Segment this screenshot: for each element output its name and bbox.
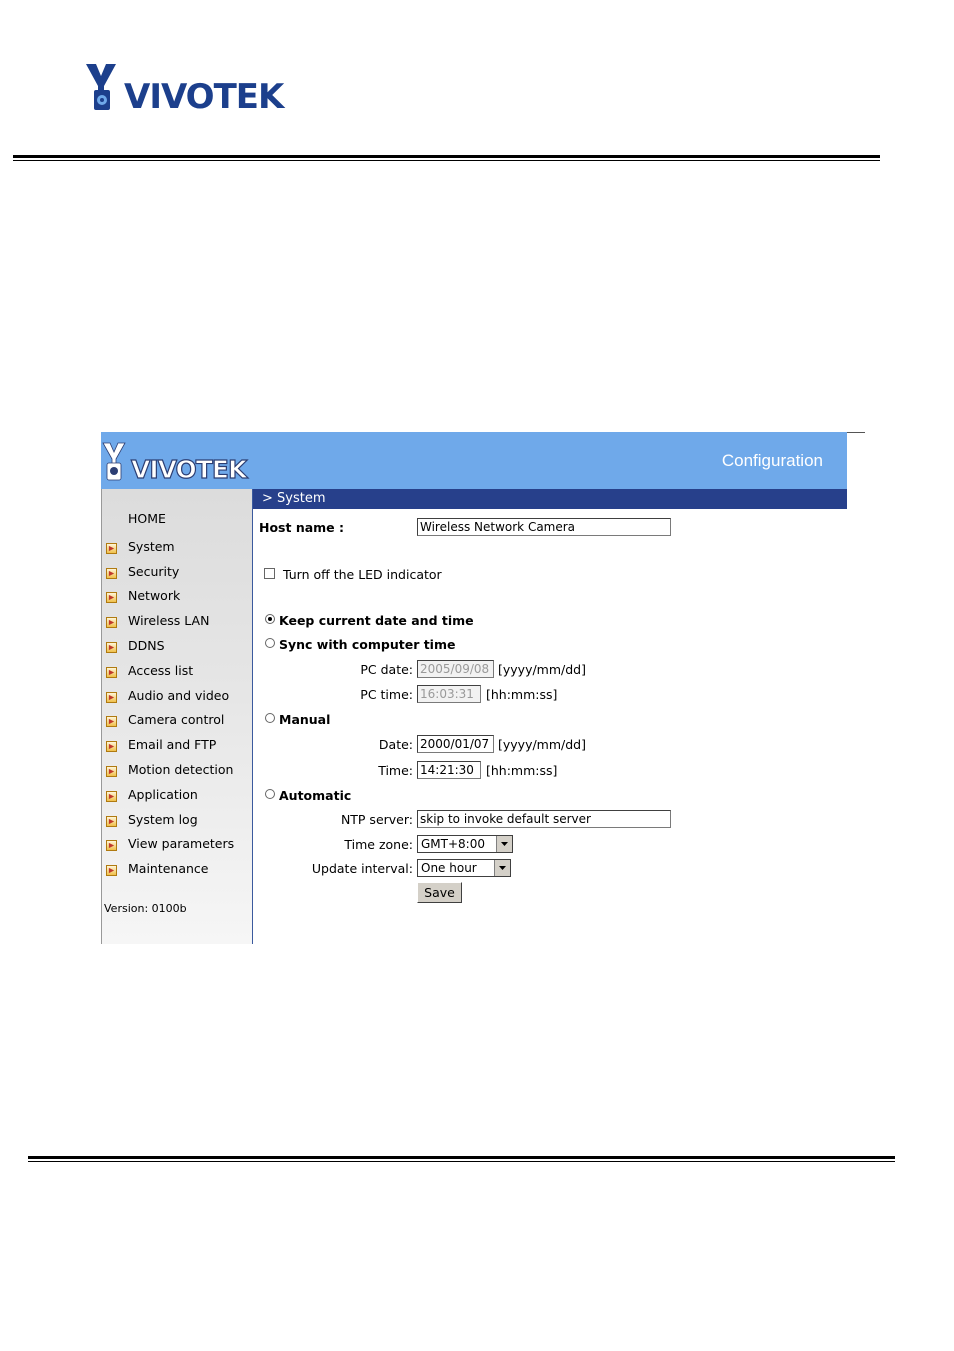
nav-item-motion-detection[interactable]: Motion detection <box>106 757 234 782</box>
arrow-right-icon <box>106 865 117 877</box>
vivotek-logo: VIVOTEK <box>86 64 287 114</box>
ntp-server-label: NTP server: <box>340 812 413 827</box>
sync-time-label: Sync with computer time <box>279 637 456 652</box>
nav-item-system[interactable]: System <box>106 534 234 559</box>
update-interval-value: One hour <box>421 861 477 875</box>
nav-item-security[interactable]: Security <box>106 559 234 584</box>
arrow-right-icon <box>106 666 117 678</box>
date-input[interactable]: 2000/01/07 <box>417 735 494 753</box>
nav-item-camera-control[interactable]: Camera control <box>106 708 234 733</box>
date-format: [yyyy/mm/dd] <box>498 737 586 752</box>
nav-item-network[interactable]: Network <box>106 584 234 609</box>
nav-item-label: Email and FTP <box>128 737 217 753</box>
app-header: VIVOTEK Configuration <box>101 432 847 489</box>
nav-item-wireless-lan[interactable]: Wireless LAN <box>106 608 234 633</box>
update-interval-select[interactable]: One hour <box>417 859 511 877</box>
nav-item-ddns[interactable]: DDNS <box>106 633 234 658</box>
page-title: > System <box>253 489 847 509</box>
time-zone-select[interactable]: GMT+8:00 <box>417 835 513 853</box>
svg-text:VIVOTEK: VIVOTEK <box>131 455 249 483</box>
arrow-right-icon <box>106 691 117 703</box>
led-label: Turn off the LED indicator <box>283 567 442 582</box>
nav-item-label: Camera control <box>128 712 225 728</box>
time-format: [hh:mm:ss] <box>486 763 558 778</box>
sync-time-radio[interactable] <box>265 638 275 648</box>
time-input[interactable]: 14:21:30 <box>417 761 481 779</box>
automatic-label: Automatic <box>279 788 352 803</box>
pc-time-input[interactable]: 16:03:31 <box>417 685 481 703</box>
host-name-input[interactable]: Wireless Network Camera <box>417 518 671 536</box>
arrow-right-icon <box>106 815 117 827</box>
arrow-right-icon <box>106 790 117 802</box>
arrow-right-icon <box>106 766 117 778</box>
keep-time-label: Keep current date and time <box>279 613 474 628</box>
nav-item-label: Application <box>128 786 198 802</box>
date-label: Date: <box>378 737 413 752</box>
nav-item-application[interactable]: Application <box>106 782 234 807</box>
nav-item-label: System <box>128 538 175 554</box>
host-name-label: Host name : <box>259 520 345 535</box>
bottom-rule <box>28 1156 895 1162</box>
manual-radio[interactable] <box>265 713 275 723</box>
pc-date-input[interactable]: 2005/09/08 <box>417 660 494 678</box>
system-form: Host name : Wireless Network Camera Turn… <box>253 509 847 944</box>
frame-edge <box>847 432 865 433</box>
top-rule <box>13 155 880 161</box>
nav-item-label: View parameters <box>128 836 235 852</box>
time-zone-label: Time zone: <box>344 837 413 852</box>
nav-item-email-ftp[interactable]: Email and FTP <box>106 732 234 757</box>
arrow-right-icon <box>106 567 117 579</box>
config-window: VIVOTEK Configuration HOME System Securi… <box>101 432 847 944</box>
nav-item-view-parameters[interactable]: View parameters <box>106 832 234 857</box>
arrow-right-icon <box>106 840 117 852</box>
svg-text:VIVOTEK: VIVOTEK <box>124 77 286 114</box>
nav-item-label: Motion detection <box>128 762 234 778</box>
vivotek-logo: VIVOTEK <box>102 442 251 483</box>
chevron-down-icon[interactable] <box>496 836 512 852</box>
led-checkbox[interactable] <box>264 568 275 579</box>
pc-time-label: PC time: <box>360 687 413 702</box>
save-button[interactable]: Save <box>417 882 462 903</box>
nav-item-label: Maintenance <box>128 861 209 877</box>
pc-date-label: PC date: <box>360 662 413 677</box>
nav-item-label: Security <box>128 563 180 579</box>
nav-item-label: DDNS <box>128 638 165 654</box>
keep-time-radio[interactable] <box>265 614 275 624</box>
version-label: Version: 0100b <box>104 902 187 915</box>
chevron-down-icon[interactable] <box>494 860 510 876</box>
arrow-right-icon <box>106 741 117 753</box>
nav-list: System Security Network Wireless LAN DDN… <box>106 534 234 881</box>
nav-item-access-list[interactable]: Access list <box>106 658 234 683</box>
arrow-right-icon <box>106 542 117 554</box>
nav-item-maintenance[interactable]: Maintenance <box>106 856 234 881</box>
ntp-server-input[interactable]: skip to invoke default server <box>417 810 671 828</box>
arrow-right-icon <box>106 617 117 629</box>
nav-item-label: Network <box>128 588 181 604</box>
time-zone-value: GMT+8:00 <box>421 837 485 851</box>
nav-home-link[interactable]: HOME <box>128 511 166 526</box>
nav-item-label: Audio and video <box>128 687 230 703</box>
nav-item-label: Wireless LAN <box>128 613 210 629</box>
arrow-right-icon <box>106 592 117 604</box>
manual-label: Manual <box>279 712 331 727</box>
nav-item-system-log[interactable]: System log <box>106 807 234 832</box>
update-interval-label: Update interval: <box>311 861 413 876</box>
sidebar: HOME System Security Network Wireless LA… <box>101 489 252 944</box>
nav-item-label: System log <box>128 811 198 827</box>
pc-date-format: [yyyy/mm/dd] <box>498 662 586 677</box>
pc-time-format: [hh:mm:ss] <box>486 687 558 702</box>
arrow-right-icon <box>106 716 117 728</box>
arrow-right-icon <box>106 642 117 654</box>
nav-item-label: Access list <box>128 662 194 678</box>
nav-item-audio-video[interactable]: Audio and video <box>106 683 234 708</box>
time-label: Time: <box>378 763 413 778</box>
configuration-heading: Configuration <box>721 451 823 470</box>
automatic-radio[interactable] <box>265 789 275 799</box>
